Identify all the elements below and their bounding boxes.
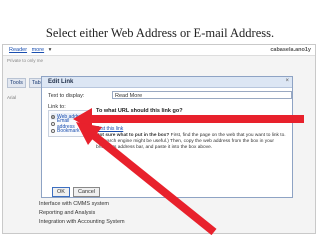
dialog-title: Edit Link	[42, 77, 292, 88]
app-header: Reader more ▾ cabasela.ano1y	[3, 45, 315, 56]
radio-icon	[51, 128, 55, 133]
tab-tools[interactable]: Tools	[7, 78, 26, 88]
email-address-option[interactable]: Email address	[51, 118, 87, 130]
dialog-buttons: OK Cancel	[52, 187, 101, 197]
app-screenshot: Reader more ▾ cabasela.ano1y Private to …	[2, 44, 316, 234]
test-link[interactable]: Test this link	[96, 126, 123, 132]
font-select[interactable]: Arial	[7, 95, 16, 100]
text-to-display-input[interactable]: Read More	[112, 91, 292, 99]
list-item: Integration with Accounting System	[39, 219, 125, 225]
document-list: Interface with CMMS system Reporting and…	[39, 200, 125, 227]
option-label: Bookmark	[57, 127, 80, 134]
help-text: Not sure what to put in the box? First, …	[96, 133, 290, 151]
slide-title: Select either Web Address or E-mail Addr…	[45, 26, 275, 40]
list-item: Interface with CMMS system	[39, 201, 109, 207]
privacy-text: Private to only me	[7, 58, 44, 63]
edit-link-dialog: Edit Link × Text to display: Read More L…	[41, 76, 293, 198]
url-input[interactable]	[96, 115, 286, 123]
user-account[interactable]: cabasela.ano1y	[270, 47, 311, 53]
reader-link[interactable]: Reader	[9, 47, 27, 53]
radio-selected-icon	[51, 114, 55, 119]
more-link[interactable]: more	[32, 47, 45, 53]
url-question: To what URL should this link go?	[96, 108, 183, 114]
text-to-display-label: Text to display:	[48, 93, 85, 99]
close-icon[interactable]: ×	[285, 78, 289, 84]
help-heading: Not sure what to put in the box?	[96, 133, 170, 138]
chevron-down-icon: ▾	[48, 47, 52, 53]
radio-icon	[51, 121, 55, 126]
ok-button[interactable]: OK	[52, 187, 70, 197]
list-item: Reporting and Analysis	[39, 210, 96, 216]
cancel-button[interactable]: Cancel	[72, 187, 101, 197]
link-type-options: Web address Email address Bookmark	[48, 110, 90, 137]
